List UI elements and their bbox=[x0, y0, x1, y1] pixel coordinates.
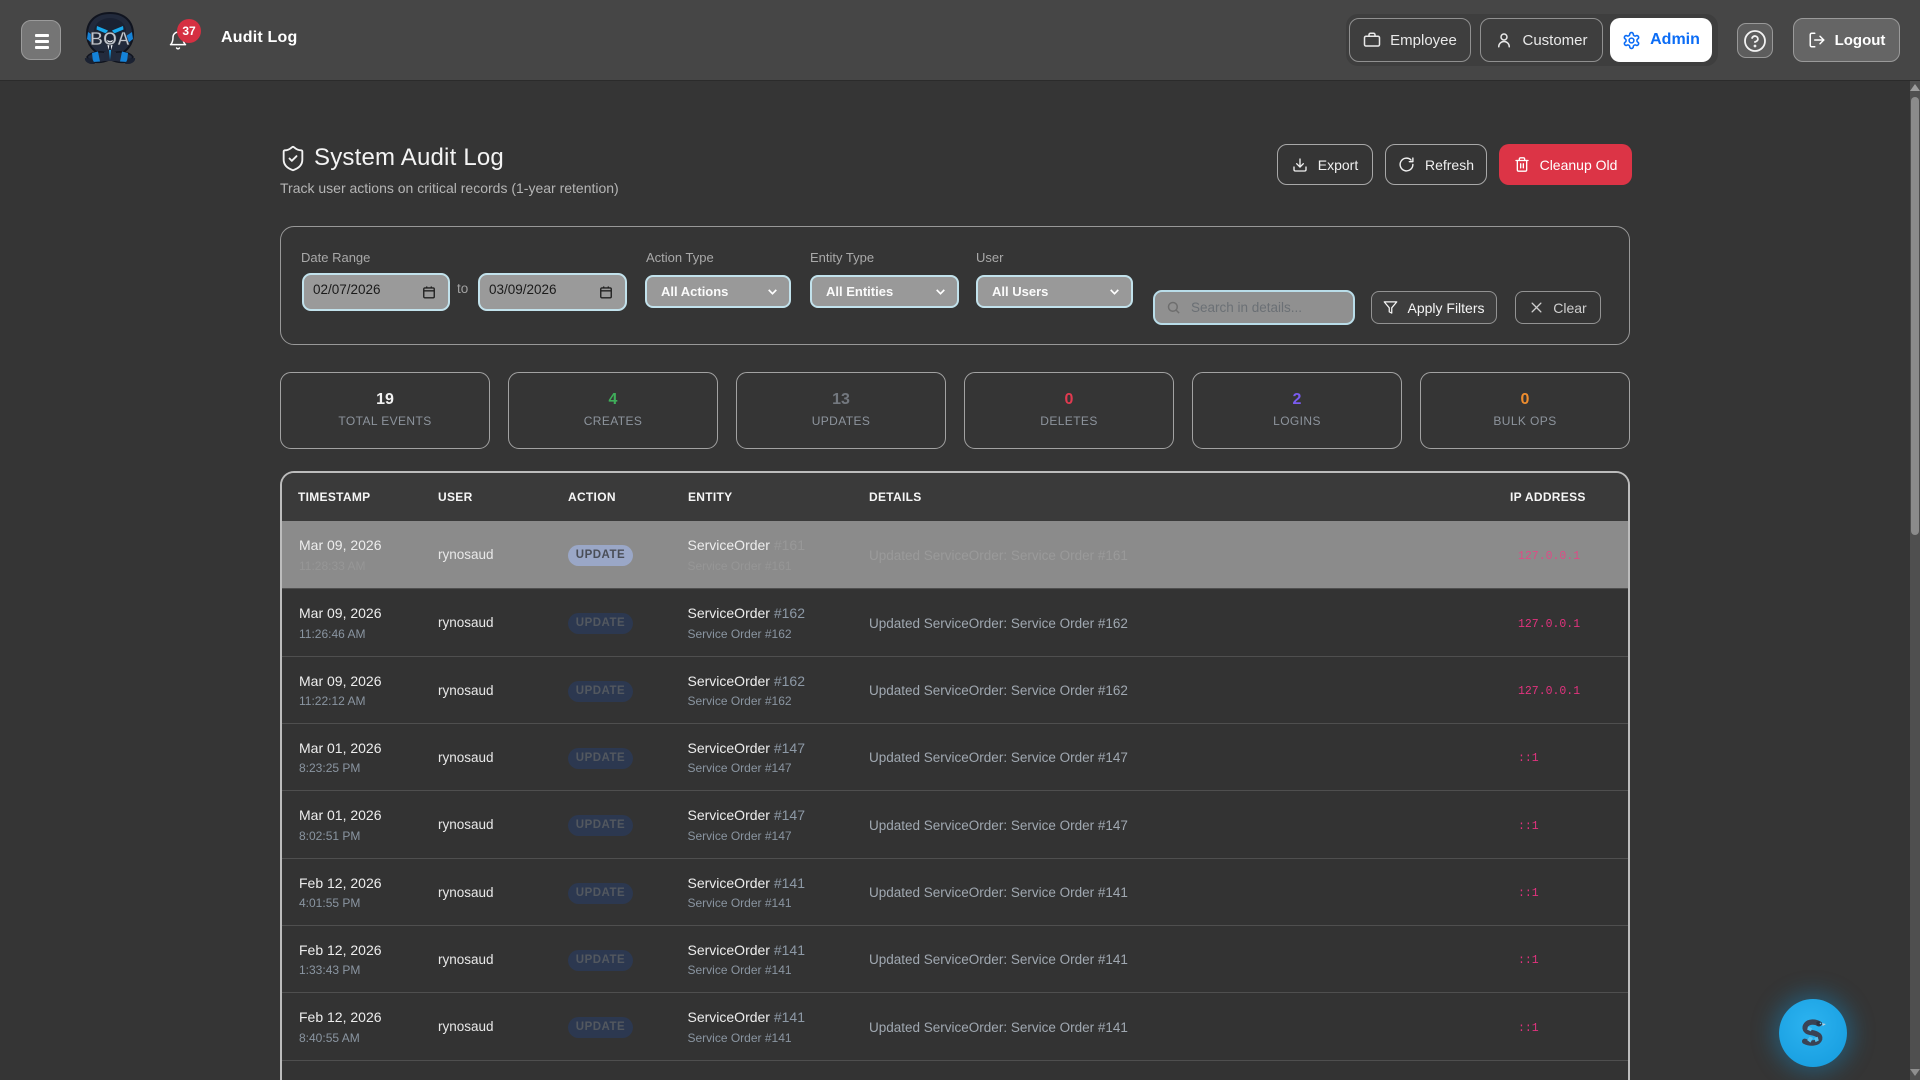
svg-text:BOA: BOA bbox=[90, 29, 130, 49]
